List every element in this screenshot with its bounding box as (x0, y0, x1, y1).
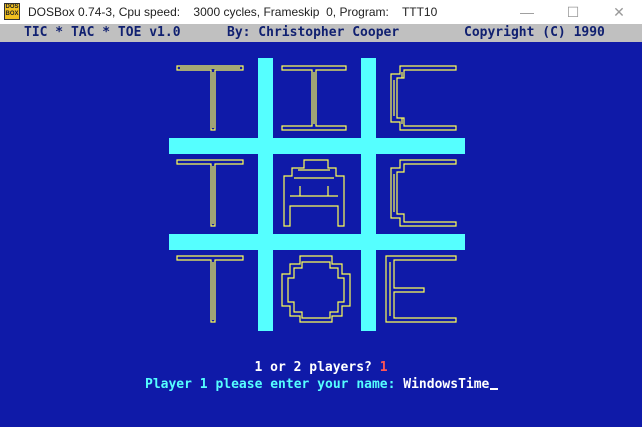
name-prompt-label: Player 1 please enter your name: (145, 377, 404, 392)
letter-o-row3 (281, 255, 351, 323)
players-prompt-label: 1 or 2 players? (254, 360, 380, 375)
letter-c-row1 (390, 65, 457, 131)
letter-t-row1 (176, 65, 244, 131)
text-cursor (490, 388, 499, 390)
letter-t-row3 (176, 255, 244, 323)
letter-a-row2 (283, 159, 345, 227)
letter-c-row2 (390, 159, 457, 227)
players-answer: 1 (379, 360, 388, 375)
letter-e-row3 (385, 255, 457, 323)
dosbox-window: DOS BOX DOSBox 0.74-3, Cpu speed: 3000 c… (0, 0, 642, 427)
letter-t-row2 (176, 159, 244, 227)
players-prompt: 1 or 2 players? 1 (0, 360, 642, 375)
name-entry-line[interactable]: Player 1 please enter your name: Windows… (145, 377, 499, 392)
letter-i-row1 (281, 65, 347, 131)
player-name-input[interactable]: WindowsTime (403, 377, 489, 392)
